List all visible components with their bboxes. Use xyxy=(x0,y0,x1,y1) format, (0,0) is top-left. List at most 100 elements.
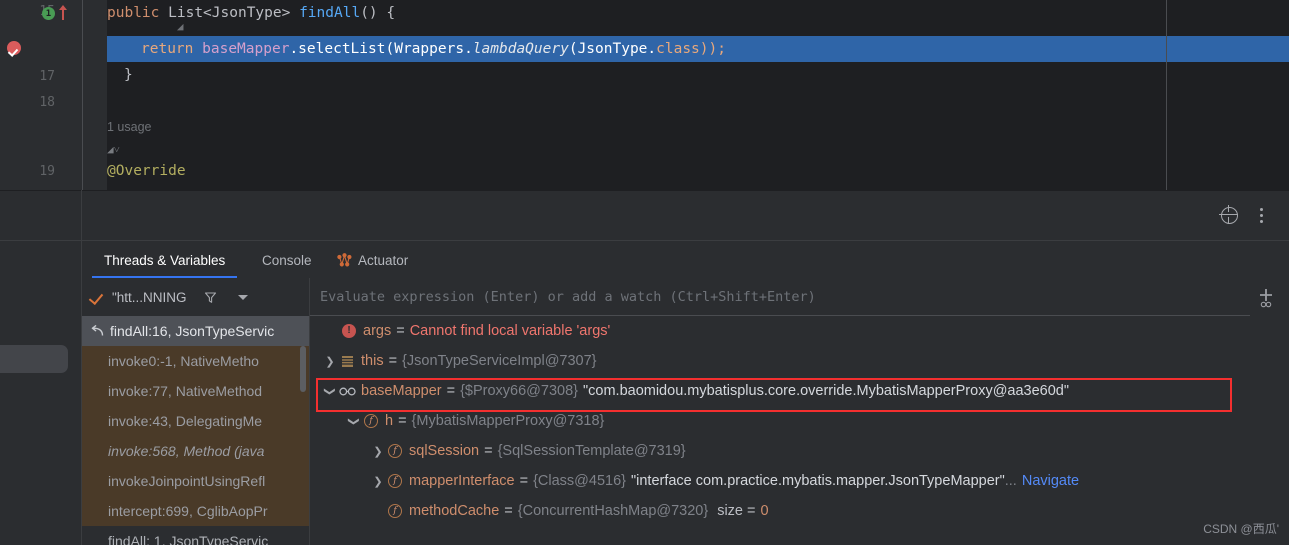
impl-marker-count: 1 xyxy=(42,7,55,20)
code-keyword-return: return xyxy=(141,41,194,57)
variable-ref-this: {JsonTypeServiceImpl@7307} xyxy=(402,353,597,369)
checkmark-icon xyxy=(90,291,105,303)
variable-name-this: this xyxy=(361,353,384,369)
ide-debug-window: 15 1 17 18 19 ◢ public List<JsonType> fi… xyxy=(0,0,1289,545)
left-tool-rail xyxy=(0,240,82,545)
call-stack-frames-list[interactable]: findAll:16, JsonTypeServic invoke0:-1, N… xyxy=(82,316,310,545)
actuator-icon xyxy=(337,253,352,267)
variable-name-sqlsession: sqlSession xyxy=(409,443,480,459)
code-annotation-override[interactable]: @Override xyxy=(107,158,1289,184)
navigate-link[interactable]: Navigate xyxy=(1022,473,1079,489)
variable-row-mapperinterface[interactable]: ❯ f mapperInterface = {Class@4516} "inte… xyxy=(310,466,1289,496)
thread-selector[interactable]: "htt...NNING xyxy=(82,278,310,316)
frame-list-item-6[interactable]: intercept:699, CglibAopPr xyxy=(82,496,310,526)
code-editor: 15 1 17 18 19 ◢ public List<JsonType> fi… xyxy=(0,0,1289,190)
variable-eq-mapperinterface: = xyxy=(519,473,529,489)
code-line-17[interactable]: } xyxy=(107,62,1289,88)
code-class-wrappers: Wrappers xyxy=(394,41,465,57)
add-watch-icon[interactable] xyxy=(1252,284,1280,310)
frame-label-1: invoke0:-1, NativeMetho xyxy=(108,353,259,369)
code-paren-1: ( xyxy=(385,41,395,57)
variable-ref-h: {MybatisMapperProxy@7318} xyxy=(411,413,605,429)
frames-scrollbar[interactable] xyxy=(300,346,306,392)
code-call-lambdaquery: lambdaQuery xyxy=(472,41,569,57)
variable-row-this[interactable]: ❯ this = {JsonTypeServiceImpl@7307} xyxy=(310,346,1289,376)
frame-list-item-2[interactable]: invoke:77, NativeMethod xyxy=(82,376,310,406)
breakpoint-verified-icon[interactable] xyxy=(7,41,21,55)
debug-tab-bar: Threads & Variables Console Actuator xyxy=(82,240,1289,279)
tab-console-label: Console xyxy=(262,252,312,268)
variable-ref-basemapper: {$Proxy66@7308} xyxy=(460,383,578,399)
error-icon: ! xyxy=(340,324,358,338)
code-method-findall: findAll xyxy=(299,5,361,21)
variable-eq-this: = xyxy=(388,353,398,369)
variable-row-args[interactable]: ! args = Cannot find local variable 'arg… xyxy=(310,316,1289,346)
line-number-17: 17 xyxy=(39,69,55,84)
variable-row-methodcache[interactable]: f methodCache = {ConcurrentHashMap@7320}… xyxy=(310,496,1289,526)
chevron-right-icon[interactable]: ❯ xyxy=(370,445,386,458)
implementations-marker-icon[interactable]: 1 xyxy=(42,7,55,20)
variable-size-label: size = xyxy=(717,503,756,519)
frame-label-2: invoke:77, NativeMethod xyxy=(108,383,263,399)
watermark-text: CSDN @西瓜' xyxy=(1203,522,1279,536)
chevron-down-icon[interactable]: ❯ xyxy=(324,383,337,399)
variable-name-args: args xyxy=(363,323,392,339)
variable-row-sqlsession[interactable]: ❯ f sqlSession = {SqlSessionTemplate@731… xyxy=(310,436,1289,466)
chevron-down-icon[interactable] xyxy=(237,294,248,300)
code-keyword-class: class xyxy=(656,41,700,57)
debug-toolbar-strip xyxy=(0,190,1289,240)
frame-list-item-1[interactable]: invoke0:-1, NativeMetho xyxy=(82,346,310,376)
variable-ref-mapperinterface: {Class@4516} xyxy=(533,473,626,489)
code-field-basemapper: baseMapper xyxy=(202,41,290,57)
variable-name-basemapper: baseMapper xyxy=(361,383,442,399)
chevron-right-icon[interactable]: ❯ xyxy=(322,355,338,368)
chevron-down-icon[interactable]: ❯ xyxy=(348,413,361,429)
frame-label-4: invoke:568, Method (java xyxy=(108,443,265,459)
frame-list-item-4[interactable]: invoke:568, Method (java xyxy=(82,436,310,466)
code-call-selectlist: selectList xyxy=(298,41,386,57)
frame-label-0: findAll:16, JsonTypeServic xyxy=(110,323,275,339)
editor-right-margin-line xyxy=(1166,0,1167,190)
crosshair-icon[interactable] xyxy=(1216,202,1242,228)
variables-tree[interactable]: ! args = Cannot find local variable 'arg… xyxy=(310,316,1289,545)
evaluate-expression-input[interactable]: Evaluate expression (Enter) or add a wat… xyxy=(310,278,1250,316)
funnel-filter-icon[interactable] xyxy=(204,291,217,304)
code-class-jsontype: JsonType xyxy=(577,41,648,57)
variable-value-basemapper: "com.baomidou.mybatisplus.core.override.… xyxy=(583,383,1070,399)
tab-console[interactable]: Console xyxy=(250,241,324,279)
frame-list-item-7[interactable]: findAll: 1, JsonTypeServic xyxy=(82,526,310,545)
chevron-right-icon[interactable]: ❯ xyxy=(370,475,386,488)
frame-list-item-5[interactable]: invokeJoinpointUsingRefl xyxy=(82,466,310,496)
tab-threads-variables[interactable]: Threads & Variables xyxy=(92,241,238,279)
variable-name-h: h xyxy=(385,413,394,429)
variable-row-basemapper[interactable]: ❯ baseMapper = {$Proxy66@7308} "com.baom… xyxy=(310,376,1289,406)
frame-label-6: intercept:699, CglibAopPr xyxy=(108,503,268,519)
frame-label-3: invoke:43, DelegatingMe xyxy=(108,413,263,429)
code-line-15[interactable]: public List<JsonType> findAll() { xyxy=(107,0,1289,26)
left-rail-tooltip xyxy=(0,345,68,373)
code-l15-tail: () { xyxy=(360,5,396,21)
watch-glasses-icon xyxy=(338,387,356,396)
line-number-19: 19 xyxy=(39,164,55,179)
variable-eq-basemapper: = xyxy=(446,383,456,399)
code-line-16-executing[interactable]: return baseMapper.selectList(Wrappers.la… xyxy=(107,36,1289,62)
tab-actuator[interactable]: Actuator xyxy=(325,241,420,279)
frame-label-7: findAll: 1, JsonTypeServic xyxy=(108,533,269,545)
code-dot-3: . xyxy=(647,41,657,57)
variable-size-value: 0 xyxy=(760,503,769,519)
override-arrow-icon[interactable] xyxy=(59,5,68,20)
code-text-area[interactable]: ◢ public List<JsonType> findAll() { retu… xyxy=(107,0,1289,190)
frame-list-item-3[interactable]: invoke:43, DelegatingMe xyxy=(82,406,310,436)
more-vertical-icon[interactable] xyxy=(1248,202,1274,228)
variable-eq-sqlsession: = xyxy=(484,443,493,459)
object-list-icon xyxy=(338,355,356,368)
frame-label-5: invokeJoinpointUsingRefl xyxy=(108,473,266,489)
variable-eq-methodcache: = xyxy=(504,503,513,519)
editor-gutter[interactable]: 15 1 17 18 19 xyxy=(0,0,107,190)
variable-row-h[interactable]: ❯ f h = {MybatisMapperProxy@7318} xyxy=(310,406,1289,436)
exec-line-marker xyxy=(1059,36,1060,62)
frame-list-item-0[interactable]: findAll:16, JsonTypeServic xyxy=(82,316,310,346)
code-type-list: List<JsonType> xyxy=(168,5,291,21)
field-icon: f xyxy=(362,414,380,428)
line-number-18: 18 xyxy=(39,95,55,110)
